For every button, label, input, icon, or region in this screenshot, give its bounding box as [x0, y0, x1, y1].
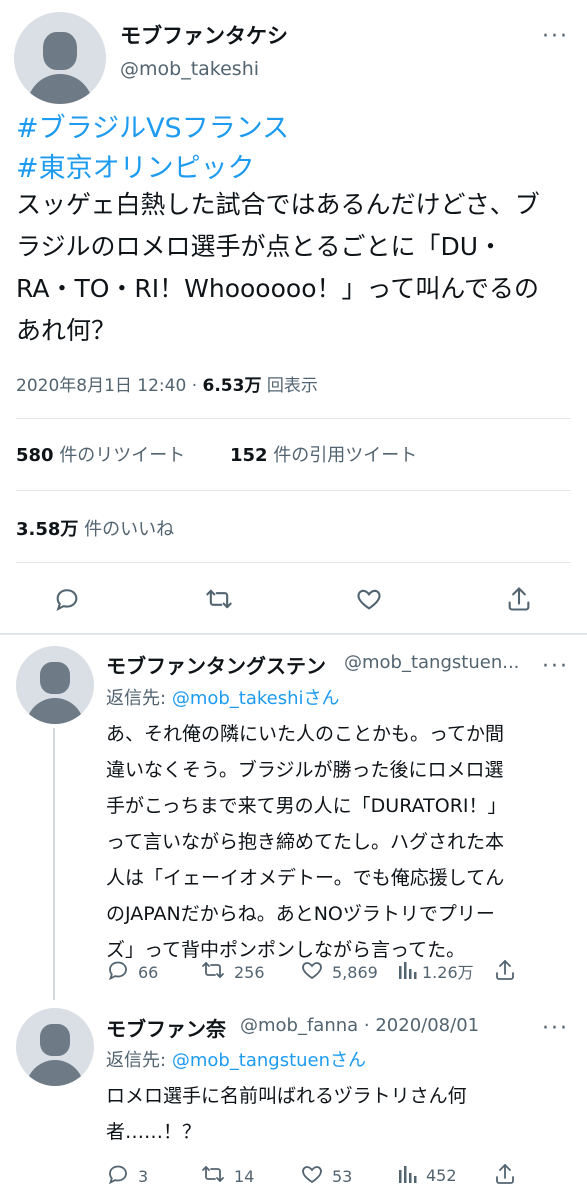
- more-icon[interactable]: ···: [542, 654, 569, 679]
- retweet-icon[interactable]: [200, 1162, 226, 1190]
- tweet-text-line: あれ何？: [16, 316, 117, 345]
- share-icon[interactable]: [492, 1161, 518, 1187]
- retweet-count: 256: [234, 962, 265, 982]
- quote-label: 件の引用ツイート: [273, 445, 418, 466]
- timestamp[interactable]: 2020年8月1日 12:40: [16, 376, 186, 396]
- share-icon[interactable]: [492, 957, 518, 983]
- replying-to: 返信先: @mob_tangstuenさん: [106, 1046, 366, 1072]
- like-action[interactable]: 53: [300, 1162, 352, 1190]
- more-icon[interactable]: ···: [542, 24, 569, 49]
- like-icon[interactable]: [300, 958, 324, 986]
- reply-text-line: 手がこっちまで来て男の人に「DURATORI！」: [106, 795, 507, 817]
- divider: [16, 562, 571, 563]
- tweet-text-line: RA・TO・RI！Whoooooo！」って叫んでるの: [16, 274, 539, 303]
- retweet-action[interactable]: 14: [200, 1162, 254, 1190]
- hashtag-link[interactable]: #ブラジルVSフランス: [16, 106, 289, 145]
- like-count: 3.58万: [16, 519, 79, 540]
- like-stats[interactable]: 3.58万 件のいいね: [16, 515, 174, 541]
- views-count: 452: [426, 1165, 457, 1185]
- replying-to-handle[interactable]: @mob_tangstuen: [172, 1050, 330, 1071]
- views-icon[interactable]: [398, 958, 418, 984]
- reply-text-line: 者……！？: [106, 1121, 202, 1143]
- retweet-label: 件のリツイート: [59, 445, 186, 466]
- reply-author-handle[interactable]: @mob_fanna · 2020/08/01: [240, 1015, 479, 1036]
- like-icon[interactable]: [352, 582, 386, 616]
- reply-count: 66: [138, 962, 159, 982]
- author-name[interactable]: モブファンタケシ: [120, 20, 288, 50]
- replying-to-label: 返信先:: [106, 688, 167, 709]
- author-handle[interactable]: @mob_takeshi: [120, 58, 259, 80]
- share-icon[interactable]: [502, 582, 536, 616]
- tweet-meta: 2020年8月1日 12:40 · 6.53万 回表示: [16, 371, 318, 396]
- like-icon[interactable]: [300, 1162, 324, 1190]
- like-label: 件のいいね: [84, 519, 175, 540]
- tweet-text-line: スッゲェ白熱した試合ではあるんだけどさ、ブ: [16, 190, 540, 219]
- replying-to-handle[interactable]: @mob_takeshi: [172, 688, 304, 709]
- divider: [16, 418, 571, 419]
- reply-icon[interactable]: [50, 582, 84, 616]
- divider: [16, 490, 571, 491]
- views-action[interactable]: 1.26万: [398, 958, 474, 984]
- views-icon[interactable]: [398, 1162, 418, 1188]
- like-count: 5,869: [332, 962, 378, 982]
- retweet-count: 14: [234, 1166, 255, 1186]
- replying-to-label: 返信先:: [106, 1050, 167, 1071]
- like-count: 53: [332, 1166, 353, 1186]
- retweet-action[interactable]: 256: [200, 958, 265, 986]
- reply-icon[interactable]: [106, 1162, 130, 1190]
- meta-separator: ·: [191, 376, 198, 396]
- replying-to: 返信先: @mob_takeshiさん: [106, 684, 340, 710]
- reply-icon[interactable]: [106, 958, 130, 986]
- retweet-icon[interactable]: [200, 958, 226, 986]
- reply-action[interactable]: 3: [106, 1162, 148, 1190]
- reply-author-handle[interactable]: @mob_tangstuen...: [344, 652, 519, 673]
- reply-text: ロメロ選手に名前叫ばれるヅラトリさん何 者……！？: [106, 1078, 576, 1150]
- tweet-text: スッゲェ白熱した試合ではあるんだけどさ、ブ ラジルのロメロ選手が点とるごとに「D…: [16, 184, 582, 352]
- quote-stats[interactable]: 152 件の引用ツイート: [230, 441, 417, 467]
- reply-action[interactable]: 66: [106, 958, 158, 986]
- views-action[interactable]: 452: [398, 1162, 457, 1188]
- replying-to-link[interactable]: @mob_takeshiさん: [172, 688, 340, 709]
- reply-author-name[interactable]: モブファンタングステン: [106, 650, 326, 679]
- views-count: 1.26万: [422, 963, 474, 982]
- reply-text-line: 人は「イェーイオメデトー。でも俺応援してん: [106, 867, 505, 889]
- tweet-text-line: ラジルのロメロ選手が点とるごとに「DU・: [16, 232, 504, 261]
- view-label: 回表示: [266, 376, 318, 396]
- reply-text-line: あ、それ俺の隣にいた人のことかも。ってか間: [106, 723, 505, 745]
- retweet-stats[interactable]: 580 件のリツイート: [16, 441, 185, 467]
- retweet-count: 580: [16, 445, 54, 466]
- replying-to-suffix: さん: [303, 688, 340, 709]
- reply-text-line: 違いなくそう。ブラジルが勝った後にロメロ選: [106, 759, 504, 781]
- avatar[interactable]: [14, 12, 106, 104]
- replying-to-link[interactable]: @mob_tangstuenさん: [172, 1050, 366, 1071]
- like-action[interactable]: 5,869: [300, 958, 378, 986]
- replying-to-suffix: さん: [330, 1050, 367, 1071]
- hashtag-link[interactable]: #東京オリンピック: [16, 146, 255, 185]
- avatar[interactable]: [16, 646, 94, 724]
- divider: [0, 633, 587, 635]
- more-icon[interactable]: ···: [542, 1016, 569, 1041]
- view-count: 6.53万: [202, 376, 262, 396]
- reply-text-line: ロメロ選手に名前叫ばれるヅラトリさん何: [106, 1085, 467, 1107]
- avatar[interactable]: [16, 1008, 94, 1086]
- reply-text-line: のJAPANだからね。あとNOヅラトリでプリー: [106, 903, 495, 925]
- quote-count: 152: [230, 445, 268, 466]
- retweet-icon[interactable]: [202, 582, 236, 616]
- thread-line: [53, 728, 55, 1000]
- reply-text: あ、それ俺の隣にいた人のことかも。ってか間 違いなくそう。ブラジルが勝った後にロ…: [106, 716, 576, 968]
- reply-text-line: って言いながら抱き締めてたし。ハグされた本: [106, 831, 505, 853]
- reply-author-name[interactable]: モブファン奈: [106, 1013, 226, 1042]
- reply-count: 3: [138, 1166, 149, 1186]
